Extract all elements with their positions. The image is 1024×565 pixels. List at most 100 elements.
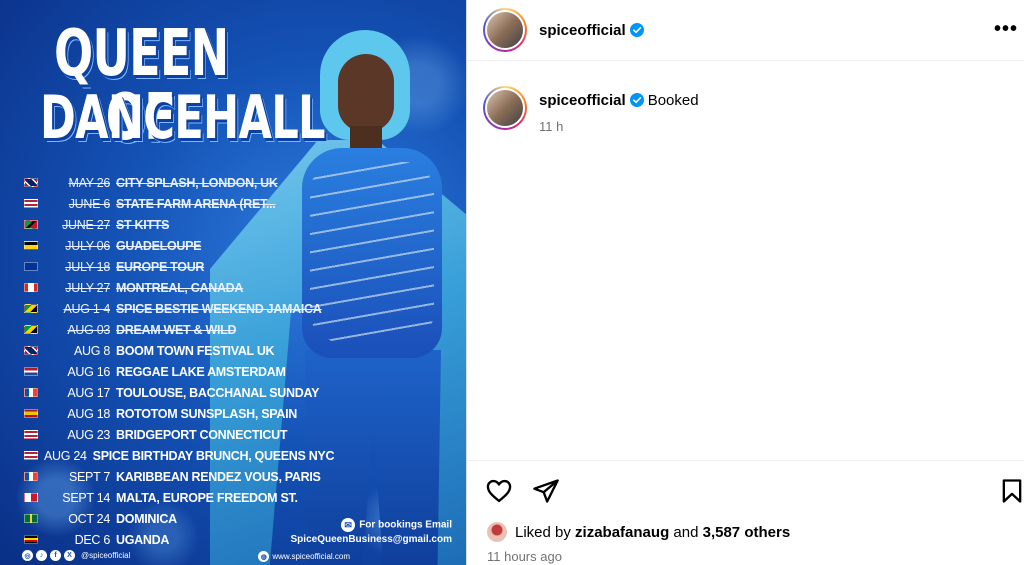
schedule-date: AUG 8 [73, 343, 110, 358]
flag-icon [24, 325, 38, 334]
schedule-row: JULY 06 GUADELOUPE [24, 235, 324, 256]
bookmark-icon[interactable] [998, 477, 1024, 505]
globe-icon: ◍ [258, 551, 270, 562]
schedule-venue: BRIDGEPORT CONNECTICUT [116, 427, 288, 442]
flag-icon [24, 199, 38, 208]
caption-text: Booked [647, 92, 699, 109]
send-icon[interactable] [532, 477, 560, 505]
caption-username[interactable]: spiceofficial [539, 92, 626, 109]
schedule-row: AUG 17 TOULOUSE, BACCHANAL SUNDAY [24, 382, 324, 403]
schedule-date: JULY 06 [65, 238, 110, 253]
schedule-row: AUG 23 BRIDGEPORT CONNECTICUT [24, 424, 324, 445]
schedule-row: SEPT 7 KARIBBEAN RENDEZ VOUS, PARIS [24, 466, 324, 487]
flag-icon [24, 430, 38, 439]
post-sidebar: spiceofficial ••• spiceofficial Booked 11… [466, 0, 1024, 565]
caption-comment: spiceofficial Booked 11 h [483, 86, 699, 134]
poster-footer: ✉ For bookings Email SpiceQueenBusiness@g… [0, 513, 466, 565]
schedule-venue: MONTREAL, CANADA [116, 280, 244, 295]
schedule-row: AUG 03 DREAM WET & WILD [24, 319, 324, 340]
liked-by-user[interactable]: zizabafanaug [575, 524, 669, 541]
username-link[interactable]: spiceofficial [539, 22, 626, 39]
caption-timestamp[interactable]: 11 h [539, 119, 699, 134]
schedule-date: MAY 26 [68, 175, 110, 190]
schedule-date: JULY 18 [65, 259, 110, 274]
booking-label: For bookings Email [359, 520, 452, 531]
flag-icon [24, 304, 38, 313]
x-icon: X [64, 550, 75, 561]
website: ◍ www.spiceofficial.com [258, 551, 350, 562]
schedule-venue: SPICE BIRTHDAY BRUNCH, QUEENS NYC [92, 448, 335, 463]
others-count[interactable]: 3,587 others [703, 524, 791, 541]
flag-icon [24, 262, 38, 271]
schedule-venue: ROTOTOM SUNSPLASH, SPAIN [116, 406, 298, 421]
schedule-venue: STATE FARM ARENA (RET... [116, 196, 276, 211]
mail-icon: ✉ [341, 518, 356, 533]
flag-icon [24, 493, 38, 502]
schedule-venue: ST KITTS [116, 217, 170, 232]
flag-icon [24, 346, 38, 355]
more-options-icon[interactable]: ••• [994, 18, 1018, 41]
schedule-date: AUG 18 [67, 406, 110, 421]
instagram-icon: ◎ [22, 550, 33, 561]
schedule-date: SEPT 7 [68, 469, 110, 484]
schedule-date: AUG 16 [67, 364, 110, 379]
social-links: ◎ ♪ f X @spiceofficial [22, 550, 130, 561]
schedule-venue: KARIBBEAN RENDEZ VOUS, PARIS [116, 469, 321, 484]
flag-icon [24, 241, 38, 250]
heart-icon[interactable] [485, 477, 513, 505]
schedule-date: AUG 1-4 [63, 301, 110, 316]
schedule-date: AUG 24 [44, 448, 87, 463]
flag-icon [24, 367, 38, 376]
schedule-venue: MALTA, EUROPE FREEDOM ST. [116, 490, 298, 505]
schedule-row: AUG 1-4 SPICE BESTIE WEEKEND JAMAICA [24, 298, 324, 319]
facebook-icon: f [50, 550, 61, 561]
schedule-row: AUG 8 BOOM TOWN FESTIVAL UK [24, 340, 324, 361]
tour-schedule: MAY 26 CITY SPLASH, LONDON, UK JUNE 6 STATE… [24, 172, 335, 550]
schedule-venue: GUADELOUPE [116, 238, 202, 253]
schedule-row: JULY 27 MONTREAL, CANADA [24, 277, 324, 298]
schedule-row: AUG 16 REGGAE LAKE AMSTERDAM [24, 361, 324, 382]
avatar[interactable] [483, 8, 527, 52]
schedule-date: JUNE 6 [68, 196, 111, 211]
social-handle: @spiceofficial [81, 551, 131, 560]
schedule-venue: CITY SPLASH, LONDON, UK [116, 175, 278, 190]
schedule-venue: TOULOUSE, BACCHANAL SUNDAY [116, 385, 320, 400]
liked-by-label: Liked by [515, 523, 571, 541]
booking-info: ✉ For bookings Email SpiceQueenBusiness@g… [291, 518, 452, 547]
liker-avatar[interactable] [487, 522, 507, 542]
tiktok-icon: ♪ [36, 550, 47, 561]
schedule-row: JUNE 27 ST KITTS [24, 214, 324, 235]
schedule-date: JULY 27 [65, 280, 110, 295]
schedule-row: AUG 18 ROTOTOM SUNSPLASH, SPAIN [24, 403, 324, 424]
flag-icon [24, 178, 38, 187]
schedule-venue: EUROPE TOUR [116, 259, 205, 274]
action-bar [467, 460, 1024, 520]
likes-summary[interactable]: Liked by zizabafanaug and 3,587 others [487, 522, 790, 542]
flag-icon [24, 472, 38, 481]
schedule-venue: SPICE BESTIE WEEKEND JAMAICA [116, 301, 322, 316]
post-time-ago[interactable]: 11 hours ago [487, 549, 562, 564]
schedule-date: AUG 23 [67, 427, 110, 442]
flag-icon [24, 388, 38, 397]
verified-badge-icon [629, 23, 644, 37]
schedule-row: JULY 18 EUROPE TOUR [24, 256, 324, 277]
schedule-row: JUNE 6 STATE FARM ARENA (RET... [24, 193, 324, 214]
schedule-row: AUG 24 SPICE BIRTHDAY BRUNCH, QUEENS NYC [24, 445, 335, 466]
website-url: www.spiceofficial.com [272, 552, 350, 561]
flag-icon [24, 451, 38, 460]
post-image[interactable]: QUEEN OF DANCEHALL MAY 26 CITY SPLASH, LO… [0, 0, 466, 565]
schedule-row: SEPT 14 MALTA, EUROPE FREEDOM ST. [24, 487, 324, 508]
and-label: and [673, 523, 699, 541]
poster-title-line2: DANCEHALL [40, 83, 326, 153]
schedule-venue: DREAM WET & WILD [116, 322, 237, 337]
caption-avatar[interactable] [483, 86, 527, 130]
flag-icon [24, 409, 38, 418]
schedule-date: SEPT 14 [62, 490, 110, 505]
flag-icon [24, 220, 38, 229]
schedule-date: JUNE 27 [62, 217, 110, 232]
schedule-date: AUG 03 [67, 322, 110, 337]
schedule-row: MAY 26 CITY SPLASH, LONDON, UK [24, 172, 324, 193]
verified-badge-icon [629, 93, 644, 107]
post-header: spiceofficial ••• [467, 0, 1024, 61]
schedule-date: AUG 17 [67, 385, 110, 400]
